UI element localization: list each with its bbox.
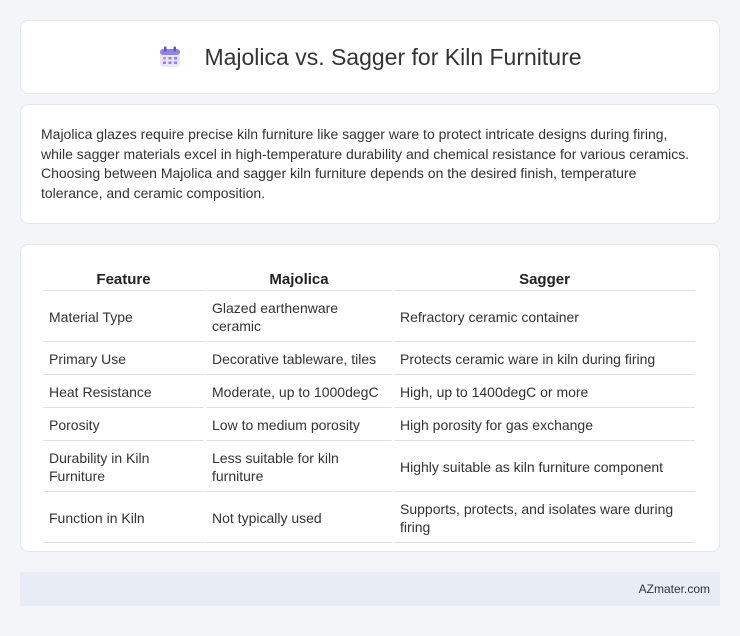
column-header-feature: Feature bbox=[43, 267, 204, 291]
header-card: Majolica vs. Sagger for Kiln Furniture bbox=[20, 20, 720, 94]
table-cell: Glazed earthenware ceramic bbox=[206, 293, 392, 342]
table-row: Porosity Low to medium porosity High por… bbox=[43, 410, 695, 441]
table-cell: High porosity for gas exchange bbox=[394, 410, 695, 441]
table-cell: Heat Resistance bbox=[43, 377, 204, 408]
table-cell: Material Type bbox=[43, 293, 204, 342]
column-header-sagger: Sagger bbox=[394, 267, 695, 291]
table-cell: Function in Kiln bbox=[43, 494, 204, 543]
comparison-table: Feature Majolica Sagger Material Type Gl… bbox=[41, 265, 697, 545]
page-title: Majolica vs. Sagger for Kiln Furniture bbox=[204, 43, 582, 70]
table-cell: Less suitable for kiln furniture bbox=[206, 443, 392, 492]
intro-paragraph: Majolica glazes require precise kiln fur… bbox=[41, 126, 690, 201]
table-cell: Decorative tableware, tiles bbox=[206, 344, 392, 375]
table-row: Durability in Kiln Furniture Less suitab… bbox=[43, 443, 695, 492]
table-cell: Durability in Kiln Furniture bbox=[43, 443, 204, 492]
table-row: Heat Resistance Moderate, up to 1000degC… bbox=[43, 377, 695, 408]
table-row: Function in Kiln Not typically used Supp… bbox=[43, 494, 695, 543]
table-header-row: Feature Majolica Sagger bbox=[43, 267, 695, 291]
footer-bar: AZmater.com bbox=[20, 572, 720, 606]
intro-card: Majolica glazes require precise kiln fur… bbox=[20, 104, 720, 224]
table-row: Material Type Glazed earthenware ceramic… bbox=[43, 293, 695, 342]
table-cell: Not typically used bbox=[206, 494, 392, 543]
comparison-card: Feature Majolica Sagger Material Type Gl… bbox=[20, 244, 720, 552]
table-cell: Moderate, up to 1000degC bbox=[206, 377, 392, 408]
calendar-icon bbox=[158, 45, 182, 69]
table-cell: Highly suitable as kiln furniture compon… bbox=[394, 443, 695, 492]
table-cell: Supports, protects, and isolates ware du… bbox=[394, 494, 695, 543]
table-row: Primary Use Decorative tableware, tiles … bbox=[43, 344, 695, 375]
table-cell: Porosity bbox=[43, 410, 204, 441]
column-header-majolica: Majolica bbox=[206, 267, 392, 291]
table-cell: Protects ceramic ware in kiln during fir… bbox=[394, 344, 695, 375]
table-cell: High, up to 1400degC or more bbox=[394, 377, 695, 408]
table-cell: Refractory ceramic container bbox=[394, 293, 695, 342]
source-credit: AZmater.com bbox=[638, 582, 710, 596]
table-cell: Primary Use bbox=[43, 344, 204, 375]
table-cell: Low to medium porosity bbox=[206, 410, 392, 441]
